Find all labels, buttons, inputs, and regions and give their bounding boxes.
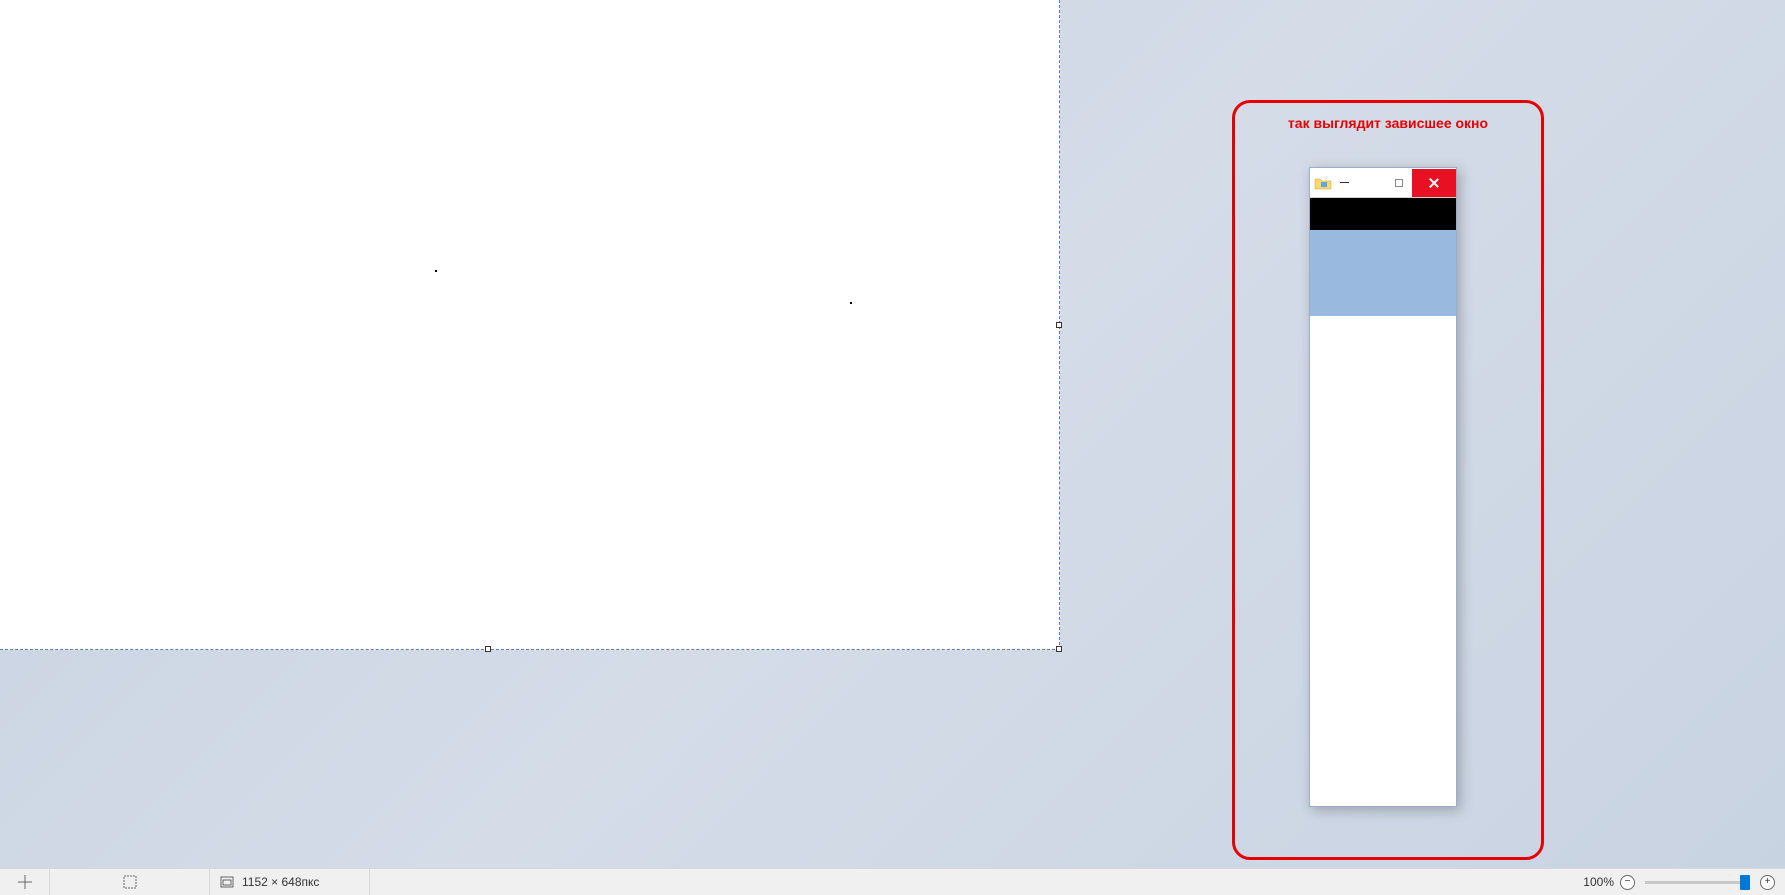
window-dark-band (1310, 198, 1456, 230)
zoom-controls: 100% − + (1583, 875, 1785, 890)
close-button[interactable] (1412, 169, 1456, 197)
window-titlebar (1310, 168, 1456, 198)
status-segment-cursor (0, 869, 50, 895)
status-segment-empty (370, 869, 1583, 895)
window-blue-band (1310, 230, 1456, 316)
resize-handle-right[interactable] (1056, 322, 1062, 328)
annotation-highlight-box: так выглядит зависшее окно (1232, 100, 1544, 860)
status-segment-selection (50, 869, 210, 895)
close-icon (1429, 178, 1439, 188)
status-segment-dimensions: 1152 × 648пкс (210, 869, 370, 895)
resize-handle-bottom[interactable] (485, 646, 491, 652)
frozen-window (1309, 167, 1457, 807)
zoom-slider[interactable] (1645, 881, 1750, 884)
folder-icon (1314, 176, 1332, 190)
status-bar: 1152 × 648пкс 100% − + (0, 868, 1785, 895)
resize-handle-corner[interactable] (1056, 646, 1062, 652)
zoom-slider-thumb[interactable] (1740, 875, 1750, 890)
zoom-out-button[interactable]: − (1620, 875, 1635, 890)
dimensions-icon (220, 876, 234, 888)
canvas-area[interactable] (0, 0, 1060, 650)
minimize-button[interactable] (1334, 169, 1354, 197)
annotation-label: так выглядит зависшее окно (1235, 115, 1541, 131)
canvas-mark (850, 302, 852, 304)
zoom-in-button[interactable]: + (1760, 875, 1775, 890)
canvas-mark (435, 270, 437, 272)
selection-icon (122, 874, 138, 890)
canvas-dimensions-label: 1152 × 648пкс (242, 875, 319, 889)
maximize-button[interactable] (1386, 169, 1412, 197)
crosshair-icon (17, 874, 33, 890)
zoom-percent-label: 100% (1583, 875, 1614, 889)
